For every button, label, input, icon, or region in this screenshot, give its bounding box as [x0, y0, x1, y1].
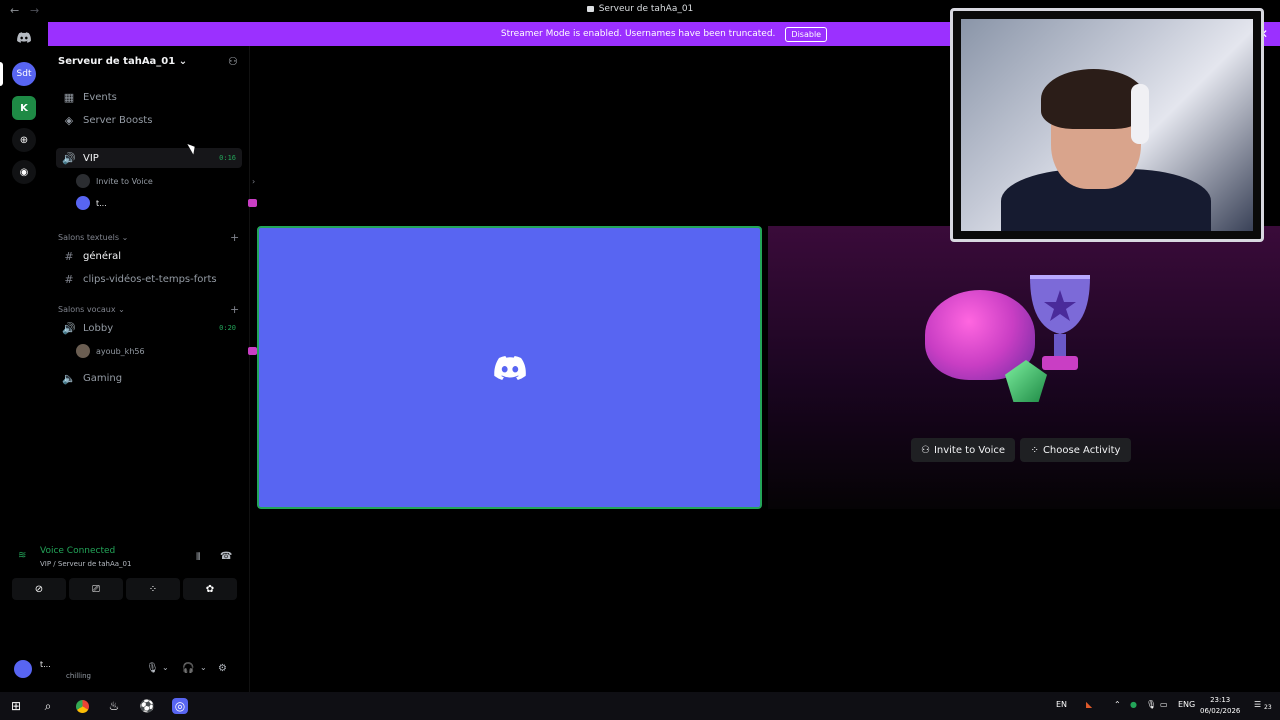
boost-icon: ◈ [64, 113, 74, 127]
voice-channel-gaming[interactable]: 🔈 Gaming [56, 368, 242, 388]
input-language[interactable]: EN [1056, 700, 1067, 709]
participant-tile[interactable] [257, 226, 762, 509]
headphones-icon[interactable]: 🎧 [182, 663, 194, 674]
lobby-timer: 0:20 [219, 324, 236, 332]
selected-server-pill [0, 62, 3, 86]
share-screen-button[interactable]: ⎚ [69, 578, 123, 600]
add-server-icon[interactable]: ⊕ [12, 128, 36, 152]
explore-icon[interactable]: ◉ [12, 160, 36, 184]
signal-icon[interactable]: ≋ [18, 550, 26, 561]
grid-icon: ⁘ [1030, 444, 1039, 456]
disable-streamer-mode-button[interactable]: Disable [785, 26, 828, 42]
avatar [76, 344, 90, 358]
text-channel-clips[interactable]: # clips-vidéos-et-temps-forts [56, 269, 242, 289]
disconnect-icon[interactable]: ☎ [220, 551, 232, 562]
voice-connected-panel: ≋ Voice Connected VIP / Serveur de tahAa… [8, 538, 240, 638]
microphone-icon[interactable]: 🎙 [146, 663, 159, 674]
keyboard-language[interactable]: ENG [1178, 700, 1195, 709]
chrome-icon[interactable] [74, 698, 90, 714]
category-voice-channels[interactable]: Salons vocaux ⌄ + [58, 303, 239, 316]
speaker-icon: 🔊 [62, 151, 76, 165]
category-text-channels[interactable]: Salons textuels ⌄ + [58, 231, 239, 244]
invite-to-voice-item[interactable]: Invite to Voice › [76, 171, 255, 191]
steam-icon[interactable]: ♨ [106, 698, 122, 714]
server-icon-serveur-de-tahaa[interactable]: Sdt [12, 62, 36, 86]
add-voice-channel-icon[interactable]: + [230, 303, 239, 316]
tray-status-icon[interactable]: ● [1130, 700, 1137, 709]
chevron-right-icon: › [252, 176, 256, 186]
streaming-badge [248, 347, 257, 355]
add-text-channel-icon[interactable]: + [230, 231, 239, 244]
voice-channel-vip[interactable]: 🔊 VIP 0:16 [56, 148, 242, 168]
voice-status[interactable]: Voice Connected [40, 546, 115, 556]
invite-people-icon[interactable]: ⚇ [228, 55, 238, 68]
server-boosts-item[interactable]: ◈ Server Boosts [56, 110, 242, 130]
speaker-icon: 🔊 [62, 321, 76, 335]
voice-location[interactable]: VIP / Serveur de tahAa_01 [40, 560, 131, 568]
hash-icon: # [64, 249, 74, 263]
events-item[interactable]: ▦ Events [56, 87, 242, 107]
settings-gear-icon[interactable]: ⚙ [218, 663, 227, 674]
server-icon-k[interactable]: K [12, 96, 36, 120]
webcam-headphones [1131, 84, 1149, 144]
avatar [76, 196, 90, 210]
voice-channel-lobby[interactable]: 🔊 Lobby 0:20 [56, 318, 242, 338]
system-clock[interactable]: 23:13 06/02/2026 [1200, 695, 1240, 717]
discord-window: ← → Serveur de tahAa_01 Sdt K ⊕ ◉ Stream… [0, 0, 1280, 692]
text-channel-general[interactable]: # général [56, 246, 242, 266]
tray-overflow-icon[interactable]: ⌃ [1114, 700, 1121, 709]
streaming-badge [248, 199, 257, 207]
app-icon[interactable]: ⚽ [139, 698, 155, 714]
windows-start-icon[interactable]: ⊞ [8, 698, 24, 714]
avatar[interactable] [14, 660, 32, 678]
server-icon [586, 5, 594, 12]
activities-button[interactable]: ⁘ [126, 578, 180, 600]
camera-toggle-button[interactable]: ⊘ [12, 578, 66, 600]
choose-activity-button[interactable]: ⁘ Choose Activity [1020, 438, 1131, 462]
lobby-member[interactable]: ayoub_kh56 [76, 341, 257, 361]
invite-person-icon [76, 174, 90, 188]
microphone-tray-icon[interactable]: 🎙 [1146, 700, 1156, 709]
tray-app-icon[interactable]: ◣ [1086, 700, 1092, 709]
discord-home-icon[interactable] [12, 25, 36, 49]
discord-taskbar-icon[interactable]: ◎ [172, 698, 188, 714]
invite-to-voice-button[interactable]: ⚇ Invite to Voice [911, 438, 1015, 462]
vip-timer: 0:16 [219, 154, 236, 162]
network-icon[interactable]: ▭ [1160, 700, 1168, 709]
webcam-overlay [950, 8, 1264, 242]
soundboard-button[interactable]: ✿ [183, 578, 237, 600]
noise-suppression-icon[interactable]: ⦀ [196, 552, 200, 563]
webcam-feed [961, 19, 1253, 231]
speaker-icon: 🔈 [62, 371, 76, 385]
user-name: t... [40, 660, 51, 669]
user-panel: t... chilling 🎙 ⌄ 🎧 ⌄ ⚙ [8, 650, 240, 686]
server-header[interactable]: Serveur de tahAa_01 ⌄ [58, 56, 187, 67]
calendar-icon: ▦ [63, 90, 75, 104]
notifications-icon[interactable]: ☰ [1254, 700, 1261, 709]
invite-person-icon: ⚇ [920, 444, 930, 456]
chevron-down-icon[interactable]: ⌄ [200, 663, 207, 672]
discord-logo-icon [493, 355, 526, 380]
vip-member[interactable]: t... [76, 193, 257, 213]
search-icon[interactable]: ⌕ [40, 698, 56, 714]
user-status: chilling [66, 672, 91, 680]
hash-icon: # [64, 272, 74, 286]
notification-count: 23 [1264, 704, 1272, 711]
windows-taskbar: ⊞ ⌕ ♨ ⚽ ◎ EN ◣ ⌃ ● 🎙 ▭ ENG 23:13 06/02/20… [0, 692, 1280, 720]
chevron-down-icon[interactable]: ⌄ [162, 663, 169, 672]
chevron-down-icon: ⌄ [178, 56, 188, 67]
